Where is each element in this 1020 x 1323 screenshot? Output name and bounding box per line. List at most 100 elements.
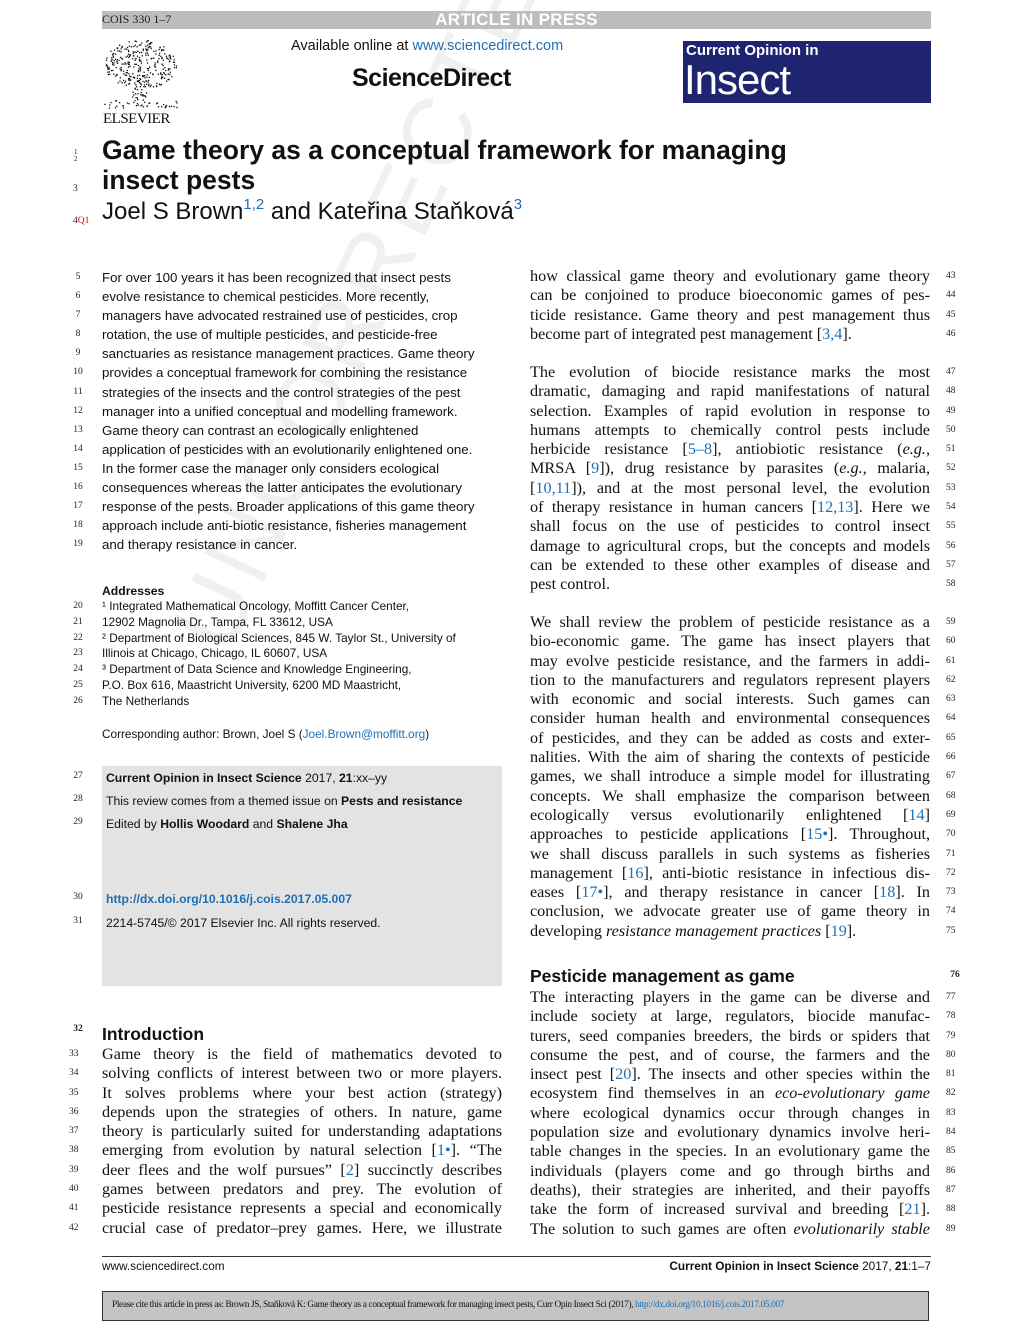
logo-speck <box>157 106 160 108</box>
logo-speck <box>164 107 166 109</box>
logo-speck <box>129 54 132 56</box>
logo-speck <box>108 71 111 73</box>
line-number: 84 <box>946 1127 956 1138</box>
logo-speck <box>160 72 162 74</box>
logo-speck <box>139 70 142 72</box>
logo-speck <box>147 81 149 83</box>
logo-speck <box>146 80 148 82</box>
logo-speck <box>132 91 134 93</box>
logo-speck <box>105 63 108 66</box>
logo-speck <box>149 43 151 45</box>
logo-speck <box>173 67 176 69</box>
logo-speck <box>136 46 138 48</box>
logo-speck <box>146 76 148 78</box>
logo-speck <box>124 82 126 84</box>
text-line: 18 approach include anti-biotic resistanc… <box>73 516 502 535</box>
text-line: 46 become part of integrated pest managem… <box>530 325 956 344</box>
logo-speck <box>149 66 151 68</box>
citation-ref[interactable]: 12,13 <box>817 498 853 516</box>
logo-speck <box>143 86 145 88</box>
query-mark[interactable]: Q1 <box>78 216 90 226</box>
logo-speck <box>129 55 131 57</box>
line-number: 3 <box>73 184 78 194</box>
line-number: 47 <box>946 367 956 377</box>
footer-site[interactable]: www.sciencedirect.com <box>102 1259 225 1273</box>
logo-speck <box>125 72 127 74</box>
logo-speck <box>116 61 118 63</box>
logo-speck <box>126 102 129 104</box>
link[interactable]: http://dx.doi.org/10.1016/j.cois.2017.05… <box>106 892 352 906</box>
logo-speck <box>125 84 127 86</box>
text-line: 47 The evolution of biocide resistance ma… <box>530 363 956 382</box>
logo-speck <box>137 64 140 67</box>
line-number: 27 <box>73 771 83 781</box>
logo-speck <box>157 73 159 75</box>
logo-speck <box>165 69 167 72</box>
logo-speck <box>154 66 156 68</box>
logo-speck <box>147 54 149 56</box>
line-number: 21 <box>73 616 83 627</box>
logo-speck <box>127 66 130 68</box>
footer-year: 2017, <box>858 1259 895 1273</box>
logo-speck <box>116 73 118 76</box>
citation-ref[interactable]: 20 <box>615 1065 631 1083</box>
logo-speck <box>143 84 146 86</box>
logo-speck <box>166 58 168 60</box>
logo-speck <box>128 73 130 75</box>
line-number: 63 <box>946 694 956 705</box>
text-line: 7 managers have advocated restrained use … <box>76 306 502 325</box>
authors: Joel S Brown1,2 and Kateřina Staňková3 <box>102 196 522 226</box>
line-number: 69 <box>946 809 956 820</box>
logo-speck <box>163 103 165 106</box>
line-number: 35 <box>69 1087 79 1098</box>
logo-speck <box>145 52 147 54</box>
affiliation-ref[interactable]: 1,2 <box>243 196 264 213</box>
logo-speck <box>114 53 117 55</box>
logo-speck <box>125 63 127 65</box>
citation-ref[interactable]: 10,11 <box>535 479 571 497</box>
logo-speck <box>134 59 136 61</box>
logo-speck <box>133 55 135 57</box>
citation-ref[interactable]: 21 <box>904 1200 920 1218</box>
info-line: 28 This review comes from a themed issue … <box>73 794 462 808</box>
logo-speck <box>169 60 171 62</box>
logo-speck <box>128 103 130 105</box>
doi-link[interactable]: 30 http://dx.doi.org/10.1016/j.cois.2017.… <box>73 892 352 906</box>
sciencedirect-link[interactable]: www.sciencedirect.com <box>412 38 563 54</box>
citation-ref[interactable]: 3,4 <box>822 325 842 343</box>
logo-speck <box>126 55 129 57</box>
citation-ref[interactable]: 1• <box>437 1141 451 1159</box>
journal-logo: Current Opinion in Insect Science <box>683 41 931 151</box>
author-name: Kateřina Staňková <box>317 198 514 225</box>
logo-speck <box>120 48 122 50</box>
citation-ref[interactable]: 18 <box>879 883 895 901</box>
citation-ref[interactable]: 14 <box>908 806 924 824</box>
citation-ref[interactable]: 17• <box>581 883 603 901</box>
affiliation-ref[interactable]: 3 <box>514 196 522 213</box>
link[interactable]: Joel.Brown@moffitt.org <box>303 727 426 741</box>
logo-speck <box>176 102 178 104</box>
text-line: 81 insect pest [20]. The insects and othe… <box>530 1065 956 1084</box>
line-number: 17 <box>73 501 83 512</box>
logo-speck <box>128 79 130 81</box>
citation-ref[interactable]: 15• <box>806 825 828 843</box>
logo-speck <box>120 66 122 69</box>
citation-ref[interactable]: 2 <box>346 1161 354 1179</box>
logo-speck <box>141 55 143 57</box>
citation-ref[interactable]: 5–8 <box>688 440 712 458</box>
text-line: 12 manager into a unified conceptual and … <box>73 402 502 421</box>
citation-ref[interactable]: 19 <box>831 922 847 940</box>
logo-speck <box>156 103 158 105</box>
logo-speck <box>156 82 158 85</box>
logo-speck <box>130 79 132 81</box>
info-line: 27 Current Opinion in Insect Science 2017… <box>73 771 387 785</box>
citation-ref[interactable]: 9 <box>591 459 599 477</box>
logo-speck <box>115 67 117 69</box>
link[interactable]: http://dx.doi.org/10.1016/j.cois.2017.05… <box>635 1300 784 1310</box>
logo-speck <box>165 74 167 76</box>
citation-ref[interactable]: 16 <box>627 864 643 882</box>
logo-speck <box>132 51 134 53</box>
text-line: 45 ticide resistance. Game theory and pes… <box>530 306 956 325</box>
logo-speck <box>135 84 137 86</box>
logo-speck <box>124 62 126 64</box>
